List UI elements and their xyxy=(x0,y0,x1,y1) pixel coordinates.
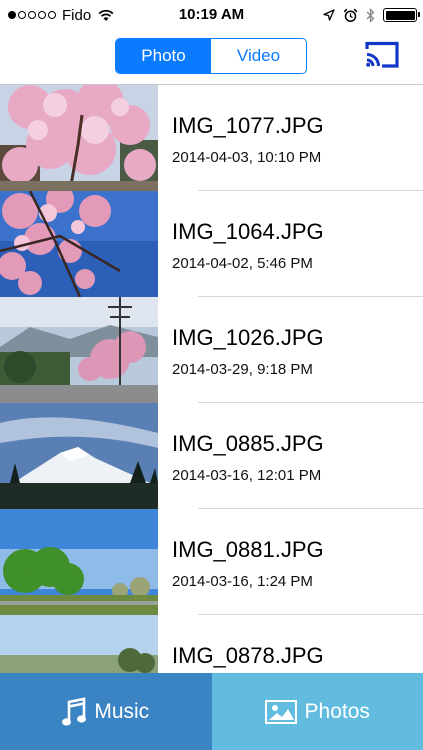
list-item[interactable]: IMG_0878.JPG xyxy=(0,615,423,673)
photo-filename: IMG_0881.JPG xyxy=(172,537,324,562)
segment-video[interactable]: Video xyxy=(211,39,306,73)
music-note-icon xyxy=(62,696,87,727)
photo-thumbnail xyxy=(0,509,158,615)
signal-strength-icon xyxy=(8,11,56,19)
photo-date: 2014-04-03, 10:10 PM xyxy=(172,149,322,166)
status-bar: Fido 10:19 AM xyxy=(0,0,423,30)
nav-bar: Photo Video xyxy=(0,30,423,85)
photo-thumbnail xyxy=(0,403,158,509)
photo-icon xyxy=(264,699,297,724)
photo-date: 2014-03-16, 12:01 PM xyxy=(172,467,322,484)
status-left: Fido xyxy=(8,0,115,30)
list-item[interactable]: IMG_1064.JPG 2014-04-02, 5:46 PM xyxy=(0,191,423,297)
tab-music[interactable]: Music xyxy=(0,673,212,750)
photo-filename: IMG_1077.JPG xyxy=(172,113,324,138)
bluetooth-icon xyxy=(366,7,375,23)
photo-thumbnail xyxy=(0,85,158,191)
photo-list: IMG_1077.JPG 2014-04-03, 10:10 PM IMG_10… xyxy=(0,85,423,673)
list-item[interactable]: IMG_1026.JPG 2014-03-29, 9:18 PM xyxy=(0,297,423,403)
tab-photos-label: Photos xyxy=(304,699,370,723)
photo-thumbnail xyxy=(0,615,158,673)
location-arrow-icon xyxy=(323,8,335,21)
photo-date: 2014-03-29, 9:18 PM xyxy=(172,361,313,378)
tab-bar: Music Photos xyxy=(0,673,423,750)
cast-icon[interactable] xyxy=(363,40,401,70)
photo-date: 2014-03-16, 1:24 PM xyxy=(172,573,313,590)
photo-filename: IMG_0885.JPG xyxy=(172,431,324,456)
photo-filename: IMG_0878.JPG xyxy=(172,643,324,668)
list-item[interactable]: IMG_0885.JPG 2014-03-16, 12:01 PM xyxy=(0,403,423,509)
battery-icon xyxy=(383,8,420,22)
list-item[interactable]: IMG_1077.JPG 2014-04-03, 10:10 PM xyxy=(0,85,423,191)
segment-photo[interactable]: Photo xyxy=(116,39,211,73)
wifi-icon xyxy=(98,9,114,21)
photo-filename: IMG_1064.JPG xyxy=(172,219,324,244)
photo-thumbnail xyxy=(0,191,158,297)
tab-photos[interactable]: Photos xyxy=(211,673,423,750)
tab-music-label: Music xyxy=(94,699,150,723)
photo-filename: IMG_1026.JPG xyxy=(172,325,324,350)
alarm-icon xyxy=(343,8,358,22)
media-type-segmented-control: Photo Video xyxy=(115,38,307,74)
status-right xyxy=(323,0,420,30)
carrier-name: Fido xyxy=(62,6,92,24)
list-item[interactable]: IMG_0881.JPG 2014-03-16, 1:24 PM xyxy=(0,509,423,615)
photo-thumbnail xyxy=(0,297,158,403)
photo-date: 2014-04-02, 5:46 PM xyxy=(172,255,313,272)
